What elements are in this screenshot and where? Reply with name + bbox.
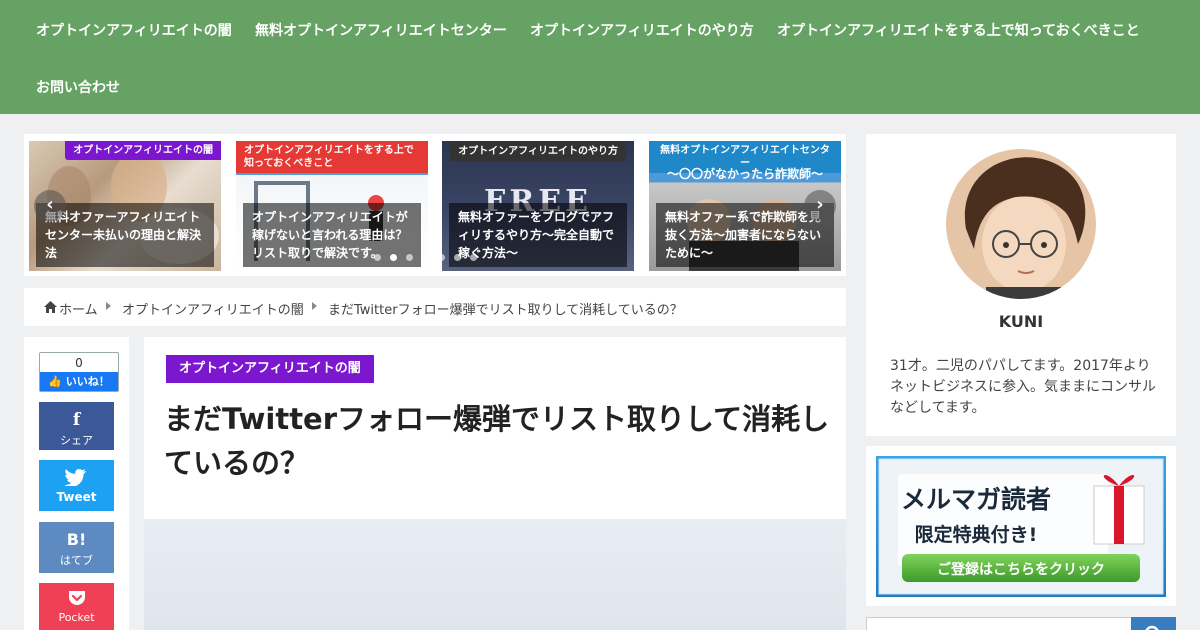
carousel-dot[interactable]: [390, 254, 397, 261]
like-button[interactable]: 👍 いいね！: [40, 372, 118, 391]
hatena-icon: B!: [66, 530, 87, 549]
slide-category: オプトインアフィリエイトをする上で知っておくべきこと: [236, 141, 428, 173]
profile-widget: KUNI 31才。二児のパパしてます。2017年よりネットビジネスに参入。気まま…: [866, 134, 1176, 436]
carousel-dot[interactable]: [438, 254, 445, 261]
profile-description: 31才。二児のパパしてます。2017年よりネットビジネスに参入。気ままにコンサル…: [890, 358, 1156, 416]
banner-line1: メルマガ読者: [901, 485, 1051, 514]
pocket-button[interactable]: Pocket: [39, 583, 114, 630]
twitter-share-button[interactable]: Tweet: [39, 460, 114, 511]
search-input[interactable]: [866, 617, 1176, 630]
avatar-illustration: [946, 149, 1096, 299]
carousel-dot[interactable]: [470, 254, 477, 261]
facebook-share-label: シェア: [60, 434, 93, 447]
nav-item-how-to[interactable]: オプトインアフィリエイトのやり方: [530, 20, 754, 40]
slide-category: オプトインアフィリエイトのやり方: [450, 142, 626, 161]
like-label: いいね！: [65, 375, 110, 388]
breadcrumb-home[interactable]: ホーム: [59, 299, 98, 318]
hatena-label: はてブ: [60, 554, 93, 567]
article-title: まだTwitterフォロー爆弾でリスト取りして消耗しているの？: [164, 402, 830, 480]
global-nav: オプトインアフィリエイトの闇 無料オプトインアフィリエイトセンター オプトインア…: [0, 0, 1200, 114]
banner-widget: メルマガ読者 限定特典付き! ご登録はこちらをクリック: [866, 446, 1176, 606]
carousel-dot[interactable]: [406, 254, 413, 261]
facebook-icon: f: [72, 410, 81, 430]
featured-carousel: オプトインアフィリエイトの闇 無料オファーアフィリエイトセンター未払いの理由と解…: [24, 134, 846, 276]
share-buttons: 0 👍 いいね！ f シェア Tweet B! はてブ Pocket: [24, 337, 129, 630]
article-eyecatch-image: [144, 519, 846, 630]
carousel-dot[interactable]: [422, 254, 429, 261]
carousel-dot[interactable]: [374, 254, 381, 261]
breadcrumb: ホーム オプトインアフィリエイトの闇 まだTwitterフォロー爆弾でリスト取り…: [24, 288, 846, 326]
carousel-slide[interactable]: FREE オプトインアフィリエイトのやり方 無料オファーをブログでアフィリするや…: [442, 141, 634, 271]
banner-cta: ご登録はこちらをクリック: [937, 561, 1105, 578]
breadcrumb-category[interactable]: オプトインアフィリエイトの闇: [122, 299, 304, 318]
home-icon: [44, 301, 57, 313]
nav-item-contact[interactable]: お問い合わせ: [36, 77, 120, 97]
pocket-label: Pocket: [58, 611, 95, 624]
nav-item-things-to-know[interactable]: オプトインアフィリエイトをする上で知っておくべきこと: [777, 20, 1140, 40]
nav-item-optin-dark[interactable]: オプトインアフィリエイトの闇: [36, 20, 232, 40]
breadcrumb-separator-icon: [106, 302, 111, 310]
carousel-next-button[interactable]: ›: [804, 190, 836, 222]
hatena-bookmark-button[interactable]: B! はてブ: [39, 522, 114, 573]
carousel-dot[interactable]: [454, 254, 461, 261]
facebook-like-box[interactable]: 0 👍 いいね！: [39, 352, 119, 392]
newsletter-banner[interactable]: メルマガ読者 限定特典付き! ご登録はこちらをクリック: [876, 456, 1166, 597]
breadcrumb-current: まだTwitterフォロー爆弾でリスト取りして消耗しているの？: [328, 303, 683, 318]
profile-name: KUNI: [998, 312, 1044, 331]
twitter-share-label: Tweet: [56, 490, 97, 504]
thumbs-up-icon: 👍: [48, 375, 62, 388]
search-button[interactable]: [1131, 617, 1176, 630]
avatar: [946, 149, 1096, 299]
article-category-label[interactable]: オプトインアフィリエイトの闇: [166, 355, 374, 383]
slide-overlay-text: 〜〇〇がなかったら詐欺師〜: [666, 167, 823, 181]
article: オプトインアフィリエイトの闇 まだTwitterフォロー爆弾でリスト取りして消耗…: [144, 337, 846, 630]
carousel-dots: [374, 254, 477, 261]
carousel-prev-button[interactable]: ‹: [34, 190, 66, 222]
banner-line2: 限定特典付き!: [915, 523, 1038, 546]
twitter-bird-icon: [64, 468, 86, 486]
breadcrumb-separator-icon: [312, 302, 317, 310]
search-icon: [1145, 625, 1159, 630]
nav-item-free-optin-center[interactable]: 無料オプトインアフィリエイトセンター: [255, 20, 507, 40]
carousel-slide[interactable]: オプトインアフィリエイトをする上で知っておくべきこと オプトインアフィリエイトが…: [236, 141, 428, 271]
newsletter-banner-art: メルマガ読者 限定特典付き! ご登録はこちらをクリック: [876, 456, 1166, 597]
facebook-share-button[interactable]: f シェア: [39, 402, 114, 450]
slide-category: オプトインアフィリエイトの闇: [65, 141, 221, 160]
pocket-icon: [69, 591, 85, 605]
like-count: 0: [75, 356, 83, 370]
